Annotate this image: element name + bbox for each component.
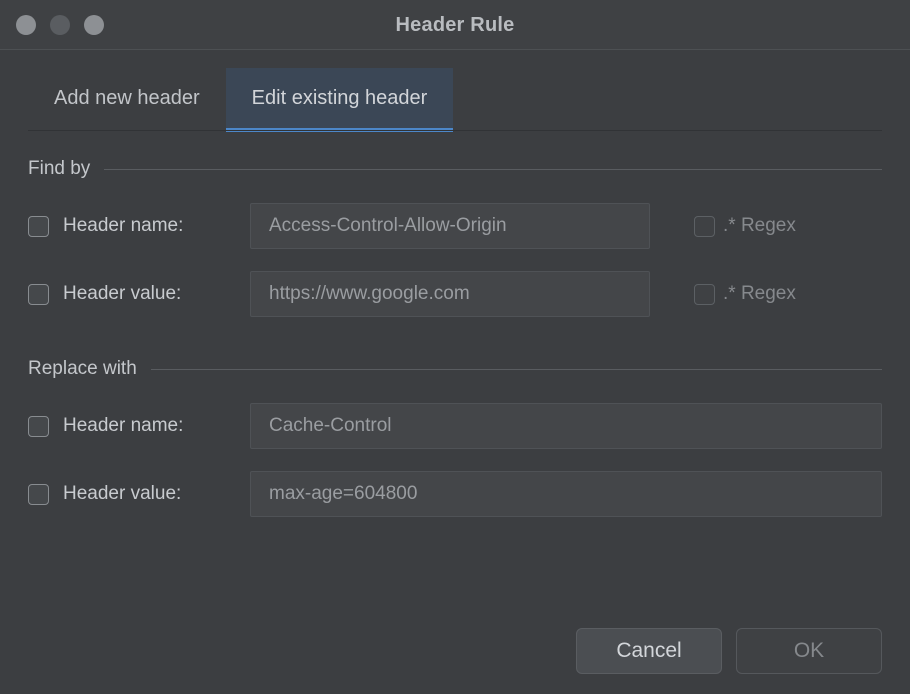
replace-header-value-input[interactable]: max-age=604800 [250, 471, 882, 517]
find-header-value-checkbox-group[interactable]: Header value: [28, 283, 250, 305]
find-header-name-regex-group[interactable]: .* Regex [694, 215, 796, 237]
find-header-name-label: Header name: [63, 215, 183, 237]
replace-with-divider [151, 369, 882, 370]
replace-header-name-row: Header name: Cache-Control [28, 403, 882, 449]
cancel-button-label: Cancel [616, 639, 681, 663]
cancel-button[interactable]: Cancel [576, 628, 722, 674]
find-header-name-regex-checkbox[interactable] [694, 216, 715, 237]
replace-header-name-input[interactable]: Cache-Control [250, 403, 882, 449]
find-header-value-regex-checkbox[interactable] [694, 284, 715, 305]
find-header-value-label: Header value: [63, 283, 181, 305]
replace-header-name-label: Header name: [63, 415, 183, 437]
replace-header-name-checkbox-group[interactable]: Header name: [28, 415, 250, 437]
replace-header-value-row: Header value: max-age=604800 [28, 471, 882, 517]
replace-with-section-header: Replace with [28, 357, 882, 381]
find-by-divider [104, 169, 882, 170]
tab-bar-divider [28, 130, 882, 131]
dialog-content: Find by Header name: Access-Control-Allo… [0, 157, 910, 517]
find-header-name-checkbox-group[interactable]: Header name: [28, 215, 250, 237]
title-bar: Header Rule [0, 0, 910, 50]
tab-list: Add new header Edit existing header [28, 68, 453, 128]
find-by-section-header: Find by [28, 157, 882, 181]
dialog-footer: Cancel OK [576, 628, 882, 674]
find-header-value-row: Header value: https://www.google.com .* … [28, 271, 882, 317]
find-header-value-regex-group[interactable]: .* Regex [694, 283, 796, 305]
replace-header-value-checkbox[interactable] [28, 484, 49, 505]
find-header-name-checkbox[interactable] [28, 216, 49, 237]
find-header-name-regex-label: .* Regex [723, 215, 796, 237]
find-header-name-row: Header name: Access-Control-Allow-Origin… [28, 203, 882, 249]
tab-edit-existing-header[interactable]: Edit existing header [226, 68, 454, 128]
ok-button[interactable]: OK [736, 628, 882, 674]
find-header-value-checkbox[interactable] [28, 284, 49, 305]
tab-add-new-header-label: Add new header [54, 87, 200, 109]
tab-bar: Add new header Edit existing header [0, 50, 910, 135]
replace-with-section: Replace with Header name: Cache-Control … [28, 357, 882, 517]
tab-edit-existing-header-label: Edit existing header [252, 87, 428, 109]
ok-button-label: OK [794, 639, 824, 663]
find-by-title: Find by [28, 158, 90, 180]
find-header-value-regex-label: .* Regex [723, 283, 796, 305]
find-header-name-input[interactable]: Access-Control-Allow-Origin [250, 203, 650, 249]
window-title: Header Rule [0, 0, 910, 50]
replace-header-name-checkbox[interactable] [28, 416, 49, 437]
find-header-value-input[interactable]: https://www.google.com [250, 271, 650, 317]
replace-header-value-checkbox-group[interactable]: Header value: [28, 483, 250, 505]
find-by-section: Find by Header name: Access-Control-Allo… [28, 157, 882, 317]
header-rule-dialog: Header Rule Add new header Edit existing… [0, 0, 910, 694]
replace-with-title: Replace with [28, 358, 137, 380]
tab-add-new-header[interactable]: Add new header [28, 68, 226, 128]
replace-header-value-label: Header value: [63, 483, 181, 505]
